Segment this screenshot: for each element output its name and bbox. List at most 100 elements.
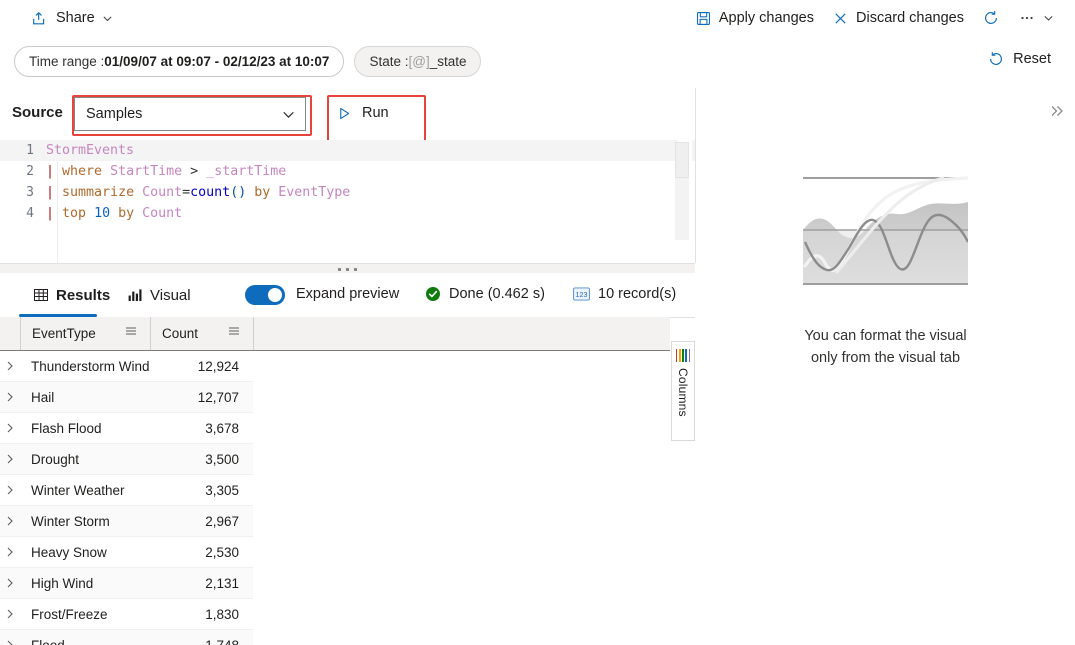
apply-changes-label: Apply changes: [718, 10, 814, 26]
chevron-down-icon: [1043, 13, 1054, 24]
grid-header-row: EventType Count: [0, 317, 670, 351]
visual-message-line-2: only from the visual tab: [810, 350, 961, 366]
source-row: Source Samples Run: [0, 88, 695, 150]
cell-count: 1,748: [205, 637, 239, 645]
chevron-right-icon[interactable]: [0, 577, 20, 589]
double-chevron-right-icon[interactable]: [1047, 101, 1067, 126]
chevron-right-icon[interactable]: [0, 391, 20, 403]
table-row[interactable]: High Wind 2,131: [0, 568, 253, 599]
column-header-count[interactable]: Count: [150, 317, 253, 350]
record-count-label: 10 record(s): [598, 286, 677, 302]
chevron-right-icon[interactable]: [0, 608, 20, 620]
visual-message-line-1: You can format the visual: [804, 328, 967, 344]
command-bar-left: Share: [22, 0, 122, 36]
splitter-dot: [338, 267, 341, 271]
time-range-value: 01/09/07 at 09:07 - 02/12/23 at 10:07: [104, 54, 330, 69]
state-value: _state: [429, 54, 467, 69]
query-editor[interactable]: 1 StormEvents 2 | where StartTime > _sta…: [0, 140, 695, 263]
table-row[interactable]: Frost/Freeze 1,830: [0, 599, 253, 630]
cell-eventtype: Thunderstorm Wind: [31, 358, 150, 374]
line-number: 2: [26, 164, 34, 179]
code-line-3-text: | summarize Count=count() by EventType: [46, 182, 350, 203]
refresh-button[interactable]: [973, 5, 1009, 31]
discard-changes-label: Discard changes: [856, 10, 964, 26]
kql-function: count: [190, 185, 231, 200]
chevron-right-icon[interactable]: [0, 515, 20, 527]
kql-table-name: StormEvents: [46, 143, 135, 158]
source-selected-value: Samples: [86, 106, 143, 122]
query-status-label: Done (0.462 s): [449, 286, 545, 302]
column-header-eventtype[interactable]: EventType: [20, 317, 150, 350]
cell-count: 2,967: [205, 513, 239, 529]
reset-button[interactable]: Reset: [979, 46, 1059, 72]
code-line-1: 1 StormEvents: [0, 140, 695, 161]
editor-scrollbar-thumb[interactable]: [675, 142, 689, 178]
time-range-label: Time range :: [29, 54, 105, 69]
source-select[interactable]: Samples: [74, 97, 306, 131]
cell-eventtype: High Wind: [31, 575, 94, 591]
chevron-right-icon[interactable]: [0, 422, 20, 434]
table-row[interactable]: Flood 1,748: [0, 630, 253, 645]
kql-operator: summarize: [62, 185, 135, 200]
expand-preview-label-wrap: Expand preview: [296, 286, 399, 302]
table-row[interactable]: Thunderstorm Wind 12,924: [0, 351, 253, 382]
table-row[interactable]: Heavy Snow 2,530: [0, 537, 253, 568]
tab-results[interactable]: Results: [19, 273, 124, 317]
line-number: 1: [26, 143, 34, 158]
chevron-right-icon[interactable]: [0, 546, 20, 558]
grid-header-filler: [253, 317, 670, 350]
cell-eventtype: Winter Weather: [31, 482, 125, 498]
reset-label: Reset: [1013, 51, 1051, 67]
chevron-right-icon[interactable]: [0, 484, 20, 496]
filter-bar: Time range : 01/09/07 at 09:07 - 02/12/2…: [0, 36, 1075, 89]
more-options-button[interactable]: [1009, 5, 1063, 31]
filter-pills: Time range : 01/09/07 at 09:07 - 02/12/2…: [14, 46, 482, 77]
kql-pipe: |: [46, 164, 55, 179]
query-status: Done (0.462 s): [425, 286, 545, 302]
kql-parameter: _startTime: [206, 164, 287, 179]
columns-panel-label: Columns: [676, 368, 690, 417]
expand-preview-label: Expand preview: [296, 286, 400, 302]
table-row[interactable]: Winter Weather 3,305: [0, 475, 253, 506]
table-row[interactable]: Hail 12,707: [0, 382, 253, 413]
editor-scrollbar[interactable]: [675, 140, 692, 263]
code-line-3: 3 | summarize Count=count() by EventType: [0, 182, 695, 203]
column-header-count-label: Count: [162, 326, 199, 341]
time-range-pill[interactable]: Time range : 01/09/07 at 09:07 - 02/12/2…: [14, 46, 345, 77]
kusto-query-page: Share Apply changes Discard changes Time…: [0, 0, 1075, 645]
column-header-eventtype-label: EventType: [32, 326, 96, 341]
chevron-right-icon[interactable]: [0, 360, 20, 372]
visual-placeholder-message: You can format the visual only from the …: [761, 325, 1011, 369]
chart-icon: [127, 287, 143, 303]
chevron-down-icon: [102, 13, 113, 24]
table-row[interactable]: Flash Flood 3,678: [0, 413, 253, 444]
table-row[interactable]: Drought 3,500: [0, 444, 253, 475]
kql-operator: top: [62, 206, 87, 221]
table-row[interactable]: Winter Storm 2,967: [0, 506, 253, 537]
code-line-2-text: | where StartTime > _startTime: [46, 161, 286, 182]
discard-changes-button[interactable]: Discard changes: [823, 6, 973, 31]
tab-results-label: Results: [56, 286, 111, 304]
column-menu-icon[interactable]: [227, 324, 241, 341]
run-button[interactable]: Run: [337, 97, 413, 129]
apply-changes-button[interactable]: Apply changes: [686, 6, 823, 31]
chevron-right-icon[interactable]: [0, 639, 20, 645]
kql-column: Count: [142, 206, 183, 221]
cell-eventtype: Flood: [31, 637, 65, 645]
column-menu-icon[interactable]: [124, 324, 138, 341]
share-label: Share: [56, 10, 95, 26]
kql-pipe: |: [46, 185, 55, 200]
share-button[interactable]: Share: [22, 5, 122, 31]
columns-panel-tab[interactable]: Columns: [671, 341, 695, 441]
share-icon: [31, 9, 49, 27]
cell-count: 3,500: [205, 451, 239, 467]
kql-operator: where: [62, 164, 103, 179]
tab-visual[interactable]: Visual: [113, 273, 205, 317]
chevron-right-icon[interactable]: [0, 453, 20, 465]
query-pane: Source Samples Run 1 StormEvents 2 | whe…: [0, 88, 696, 263]
kql-pipe: |: [46, 206, 55, 221]
cell-eventtype: Winter Storm: [31, 513, 110, 529]
cell-eventtype: Hail: [31, 389, 55, 405]
expand-preview-toggle[interactable]: [245, 285, 285, 305]
state-pill[interactable]: State : [@] _state: [354, 46, 482, 77]
